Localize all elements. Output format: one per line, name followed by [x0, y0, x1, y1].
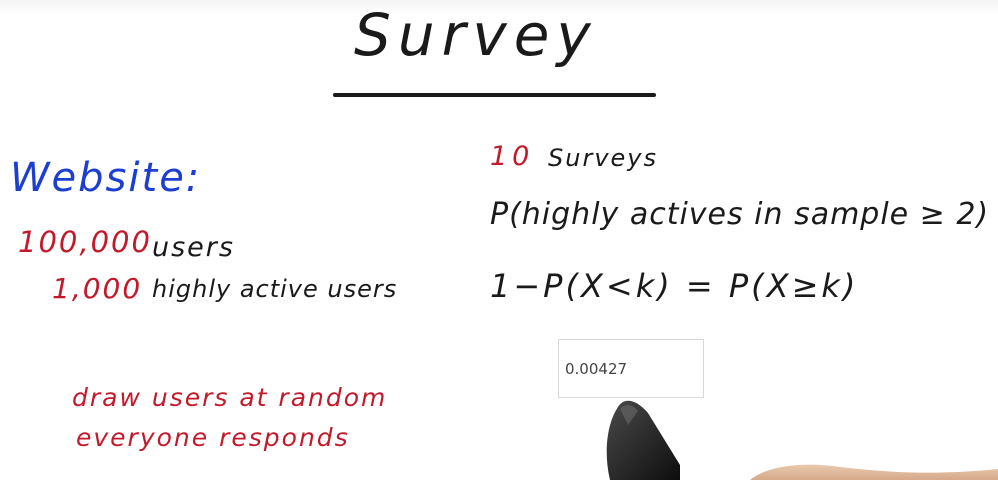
note-everyone-responds: everyone responds [76, 423, 350, 452]
answer-input[interactable] [558, 339, 704, 398]
website-heading: Website: [10, 155, 202, 201]
note-draw-random: draw users at random [72, 383, 388, 412]
probability-expression: P(highly actives in sample ≥ 2) [490, 197, 990, 232]
complement-formula: 1−P(X<k) = P(X≥k) [490, 267, 859, 305]
surveys-count: 10 [490, 141, 535, 172]
title-underline [333, 93, 656, 97]
marker-pen-icon [606, 400, 998, 480]
active-users-label: highly active users [152, 275, 398, 303]
whiteboard-canvas: Survey Website: 100,000 users 1,000 high… [0, 0, 998, 480]
surveys-label: Surveys [548, 144, 658, 172]
total-users-count: 100,000 [18, 225, 152, 259]
page-title: Survey [354, 1, 598, 69]
total-users-label: users [152, 232, 235, 263]
active-users-count: 1,000 [52, 272, 143, 305]
